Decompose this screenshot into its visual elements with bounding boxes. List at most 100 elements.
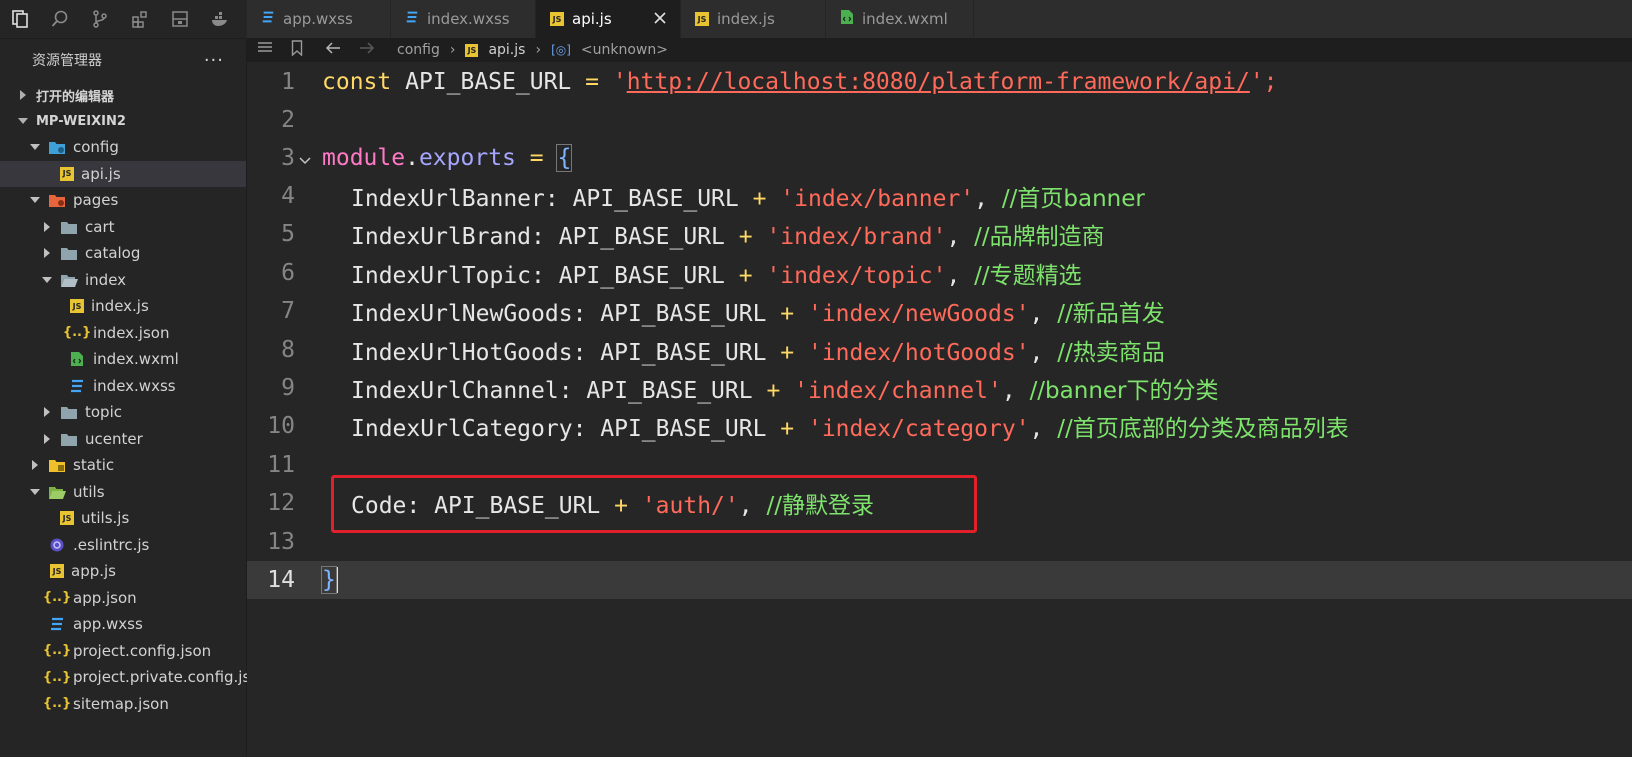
code-text: } bbox=[321, 565, 338, 594]
tree-file-utils-js[interactable]: JS utils.js bbox=[0, 505, 246, 532]
property-key: IndexUrlNewGoods bbox=[351, 301, 573, 327]
json-file-icon: {..} bbox=[42, 643, 72, 659]
tab-app-wxss[interactable]: app.wxss bbox=[247, 0, 391, 38]
static-folder-icon bbox=[48, 456, 66, 474]
breadcrumb-separator-icon: › bbox=[535, 42, 542, 58]
open-editors-section[interactable]: 打开的编辑器 bbox=[0, 82, 246, 108]
line-number: 8 bbox=[281, 337, 295, 363]
js-file-icon: JS bbox=[695, 12, 709, 26]
tree-label: api.js bbox=[81, 164, 121, 183]
tree-folder-static[interactable]: static bbox=[0, 452, 246, 479]
tab-index-js[interactable]: JS index.js bbox=[681, 0, 826, 38]
tree-label: project.config.json bbox=[73, 641, 212, 660]
tab-index-wxss[interactable]: index.wxss bbox=[391, 0, 536, 38]
tree-folder-index[interactable]: index bbox=[0, 267, 246, 294]
tree-file-index-js[interactable]: JS index.js bbox=[0, 293, 246, 320]
tree-file-sitemap[interactable]: {..} sitemap.json bbox=[0, 691, 246, 718]
tab-label: index.js bbox=[717, 10, 775, 28]
breadcrumb-symbol[interactable]: <unknown> bbox=[581, 42, 668, 58]
tree-file-app-wxss[interactable]: app.wxss bbox=[0, 611, 246, 638]
docker-icon[interactable] bbox=[200, 0, 240, 38]
breadcrumb-folder[interactable]: config bbox=[397, 42, 440, 58]
back-arrow-icon[interactable] bbox=[325, 41, 341, 59]
operator: = bbox=[515, 145, 558, 171]
json-file-icon: {..} bbox=[42, 669, 72, 685]
breadcrumb-file[interactable]: api.js bbox=[488, 42, 525, 58]
code-comment: //热卖商品 bbox=[1057, 340, 1165, 366]
tree-folder-config[interactable]: config bbox=[0, 134, 246, 161]
tree-label: .eslintrc.js bbox=[73, 535, 150, 554]
path-string: 'index/category' bbox=[807, 416, 1030, 442]
tab-label: app.wxss bbox=[283, 10, 353, 28]
module-keyword: module bbox=[322, 145, 406, 171]
folder-icon bbox=[60, 403, 78, 421]
tab-api-js[interactable]: JS api.js bbox=[536, 0, 681, 38]
more-actions-icon[interactable]: ··· bbox=[204, 50, 224, 71]
code-comment: //首页banner bbox=[1001, 186, 1145, 212]
line-number: 7 bbox=[281, 298, 295, 324]
code-comment: //首页底部的分类及商品列表 bbox=[1057, 416, 1349, 442]
list-icon[interactable] bbox=[257, 41, 273, 59]
js-file-icon: JS bbox=[60, 166, 74, 181]
open-editors-label: 打开的编辑器 bbox=[36, 89, 115, 105]
forward-arrow-icon[interactable] bbox=[359, 41, 375, 59]
property-key: IndexUrlChannel bbox=[351, 378, 559, 404]
search-icon[interactable] bbox=[40, 0, 80, 38]
code-line: 10 IndexUrlCategory: API_BASE_URL + 'ind… bbox=[247, 407, 1632, 445]
tree-folder-ucenter[interactable]: ucenter bbox=[0, 426, 246, 453]
tree-file-project-private-config[interactable]: {..} project.private.config.js... bbox=[0, 664, 265, 691]
config-folder-icon bbox=[48, 138, 66, 156]
code-line: 6 IndexUrlTopic: API_BASE_URL + 'index/t… bbox=[247, 254, 1632, 292]
line-number: 14 bbox=[267, 567, 295, 593]
open-brace: { bbox=[556, 144, 573, 172]
bookmark-icon[interactable] bbox=[291, 40, 303, 60]
tree-file-index-wxml[interactable]: index.wxml bbox=[0, 346, 246, 373]
tree-file-project-config[interactable]: {..} project.config.json bbox=[0, 638, 246, 665]
tree-folder-cart[interactable]: cart bbox=[0, 214, 246, 241]
tree-file-app-js[interactable]: JS app.js bbox=[0, 558, 246, 585]
tree-folder-pages[interactable]: pages bbox=[0, 187, 246, 214]
property-key: IndexUrlBrand bbox=[351, 224, 532, 250]
tree-file-index-wxss[interactable]: index.wxss bbox=[0, 373, 246, 400]
breadcrumb-separator-icon: › bbox=[449, 42, 456, 58]
source-control-icon[interactable] bbox=[80, 0, 120, 38]
path-string: 'index/hotGoods' bbox=[807, 340, 1030, 366]
code-comment: //banner下的分类 bbox=[1029, 378, 1219, 404]
base-identifier: API_BASE_URL bbox=[572, 186, 739, 212]
tree-label: config bbox=[73, 138, 119, 157]
tree-label: cart bbox=[85, 217, 115, 236]
explorer-icon[interactable] bbox=[0, 0, 40, 38]
project-label: MP-WEIXIN2 bbox=[36, 113, 126, 129]
code-text: IndexUrlCategory: API_BASE_URL + 'index/… bbox=[351, 416, 1349, 442]
folder-open-icon bbox=[60, 271, 78, 289]
highlight-annotation-box bbox=[331, 475, 977, 533]
tab-index-wxml[interactable]: index.wxml bbox=[826, 0, 974, 38]
code-comment: //新品首发 bbox=[1057, 301, 1165, 327]
tree-folder-topic[interactable]: topic bbox=[0, 399, 246, 426]
code-comment: //品牌制造商 bbox=[974, 224, 1105, 250]
close-icon[interactable] bbox=[654, 10, 666, 28]
fold-chevron-icon[interactable] bbox=[299, 145, 311, 171]
breadcrumb: config › JS api.js › [◎] <unknown> bbox=[247, 38, 1632, 62]
extensions-icon[interactable] bbox=[120, 0, 160, 38]
tree-file-api-js[interactable]: JS api.js bbox=[0, 160, 246, 187]
json-file-icon: {..} bbox=[42, 590, 72, 606]
code-text: IndexUrlChannel: API_BASE_URL + 'index/c… bbox=[351, 378, 1219, 404]
tree-folder-utils[interactable]: utils bbox=[0, 479, 246, 506]
code-text: IndexUrlBrand: API_BASE_URL + 'index/bra… bbox=[351, 224, 1105, 250]
tree-label: utils.js bbox=[81, 509, 130, 528]
current-code-line: 14 } bbox=[247, 561, 1632, 599]
project-section[interactable]: MP-WEIXIN2 bbox=[0, 108, 246, 134]
tree-file-index-json[interactable]: {..} index.json bbox=[0, 320, 246, 347]
base-identifier: API_BASE_URL bbox=[600, 340, 767, 366]
code-line: 3 module.exports = { bbox=[247, 139, 1632, 177]
tree-file-app-json[interactable]: {..} app.json bbox=[0, 585, 246, 612]
tree-folder-catalog[interactable]: catalog bbox=[0, 240, 246, 267]
line-number: 9 bbox=[281, 375, 295, 401]
tree-label: index.json bbox=[93, 323, 170, 342]
outline-icon[interactable] bbox=[160, 0, 200, 38]
url-link[interactable]: http://localhost:8080/platform-framework… bbox=[627, 69, 1250, 95]
code-editor[interactable]: 1 const API_BASE_URL = 'http://localhost… bbox=[247, 62, 1632, 757]
tree-file-eslintrc[interactable]: .eslintrc.js bbox=[0, 532, 246, 559]
chevron-down-icon bbox=[28, 485, 42, 499]
